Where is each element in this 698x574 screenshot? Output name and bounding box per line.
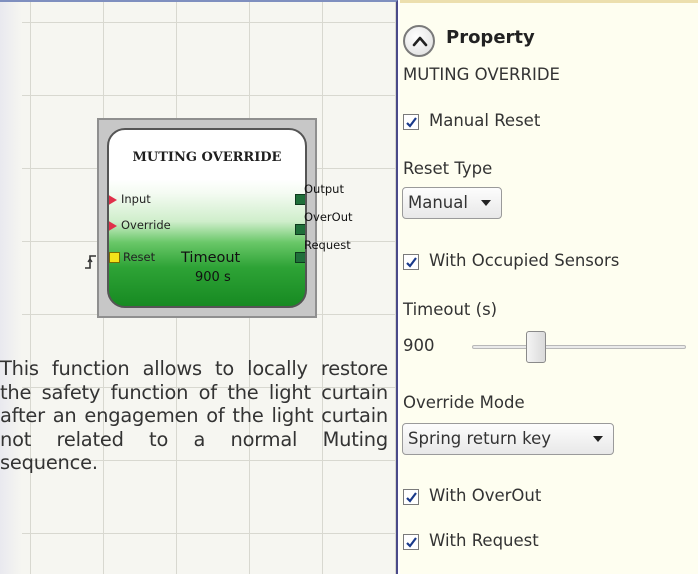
occupied-sensors-checkbox[interactable] [403,254,419,270]
panel-title: Property [446,27,535,48]
block-title: MUTING OVERRIDE [132,150,282,165]
override-mode-value: Spring return key [408,429,552,448]
override-mode-label: Override Mode [403,393,525,412]
timeout-label: Timeout (s) [403,300,498,319]
block-timeout-value: 900 s [195,270,231,285]
request-pin-icon[interactable] [295,252,305,263]
input-pin-label: Input [121,192,151,206]
reset-pin-icon[interactable] [109,252,120,263]
muting-override-block[interactable]: MUTING OVERRIDE Input Override Reset Tim… [107,128,307,308]
occupied-sensors-label: With Occupied Sensors [429,251,620,270]
reset-pin-label: Reset [123,250,156,264]
with-request-checkbox[interactable] [403,534,419,550]
reset-type-label: Reset Type [403,159,493,178]
overout-pin-icon[interactable] [295,224,305,235]
chevron-down-icon [593,436,603,442]
output-pin-label: Output [304,182,344,196]
override-pin-icon[interactable] [109,220,117,232]
reset-type-value: Manual [408,193,468,212]
property-panel: Property MUTING OVERRIDE Manual Reset Re… [400,0,698,574]
chevron-down-icon [481,200,491,206]
function-block-frame[interactable]: MUTING OVERRIDE Input Override Reset Tim… [97,118,317,318]
checkmark-icon [406,492,417,503]
reset-type-dropdown[interactable]: Manual [402,187,502,219]
rising-edge-icon [85,255,96,269]
panel-subtitle: MUTING OVERRIDE [403,65,560,84]
overout-pin-label: OverOut [304,210,353,224]
block-timeout-label: Timeout [181,250,241,266]
chevron-up-circle-icon [412,36,428,47]
timeout-slider-thumb[interactable] [526,331,547,363]
diagram-canvas[interactable]: MUTING OVERRIDE Input Override Reset Tim… [0,0,398,574]
with-overout-checkbox[interactable] [403,489,419,505]
manual-reset-checkbox[interactable] [403,114,419,130]
checkmark-icon [406,257,417,268]
manual-reset-label: Manual Reset [429,111,541,130]
collapse-button[interactable] [403,25,435,57]
timeout-slider-track[interactable] [472,345,686,349]
checkmark-icon [406,537,417,548]
input-pin-icon[interactable] [109,194,117,206]
with-overout-label: With OverOut [429,486,542,505]
request-pin-label: Request [304,238,351,252]
checkmark-icon [406,117,417,128]
override-mode-dropdown[interactable]: Spring return key [402,423,614,455]
function-description: This function allows to locally restore … [0,357,388,474]
timeout-value: 900 [403,336,435,355]
override-pin-label: Override [121,218,171,232]
with-request-label: With Request [429,531,539,550]
